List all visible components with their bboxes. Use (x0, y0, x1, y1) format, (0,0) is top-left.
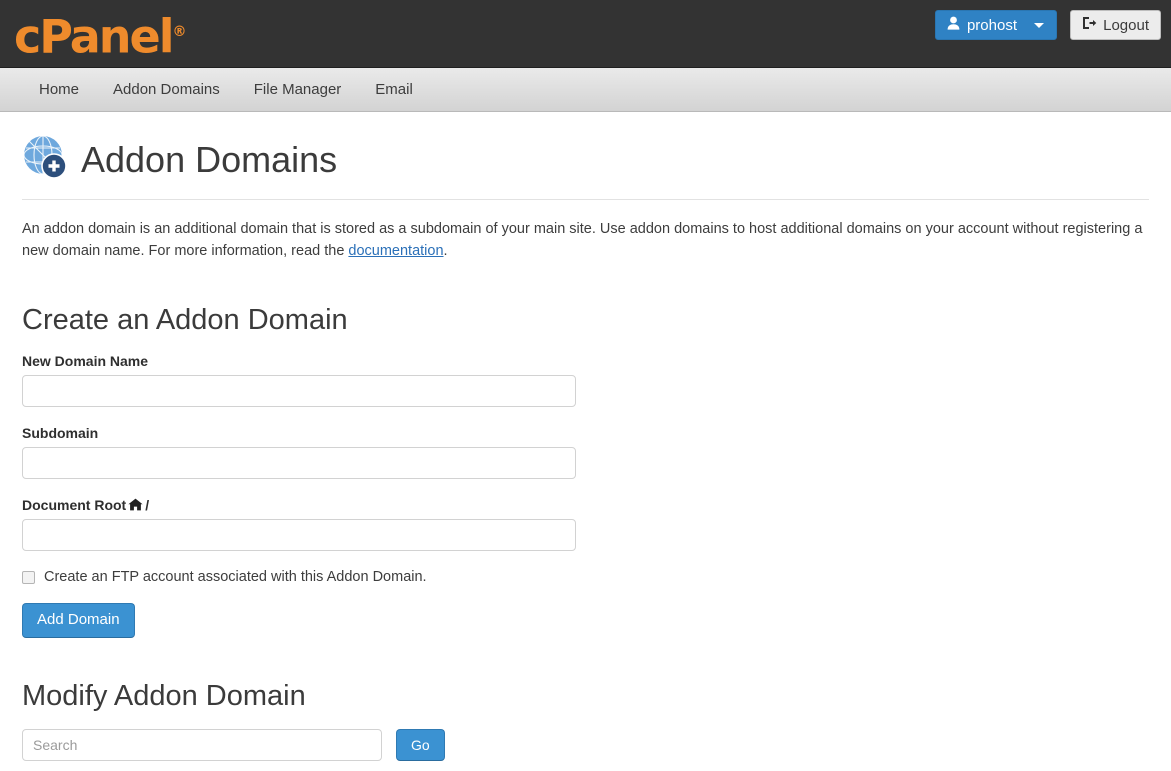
search-input[interactable] (22, 729, 382, 761)
create-section-heading: Create an Addon Domain (22, 304, 1149, 337)
user-menu-button[interactable]: prohost (935, 10, 1057, 40)
ftp-account-checkbox-label: Create an FTP account associated with th… (44, 569, 427, 585)
main-navigation: Home Addon Domains File Manager Email (0, 68, 1171, 112)
globe-plus-icon (22, 134, 68, 185)
logout-button[interactable]: Logout (1070, 10, 1161, 40)
subdomain-input[interactable] (22, 447, 576, 479)
add-domain-button[interactable]: Add Domain (22, 603, 135, 638)
home-icon (128, 498, 143, 513)
nav-item-addon-domains[interactable]: Addon Domains (96, 68, 237, 112)
sign-out-icon (1082, 16, 1097, 34)
search-row: Go (22, 729, 1149, 761)
search-go-button[interactable]: Go (396, 729, 445, 761)
chevron-down-icon (1034, 23, 1044, 28)
logout-label: Logout (1103, 17, 1149, 34)
page-title: Addon Domains (81, 138, 337, 182)
document-root-label-text: Document Root (22, 497, 126, 513)
document-root-label: Document Root / (22, 497, 1149, 513)
page-header: Addon Domains (22, 112, 1149, 200)
user-icon (947, 16, 960, 34)
documentation-link[interactable]: documentation (348, 243, 443, 259)
document-root-suffix: / (145, 497, 149, 513)
ftp-account-checkbox[interactable] (22, 571, 35, 584)
page-content: Addon Domains An addon domain is an addi… (0, 112, 1171, 771)
modify-section-heading: Modify Addon Domain (22, 680, 1149, 713)
intro-text-part2: . (444, 243, 448, 259)
nav-item-file-manager[interactable]: File Manager (237, 68, 359, 112)
subdomain-label: Subdomain (22, 425, 1149, 441)
intro-paragraph: An addon domain is an additional domain … (22, 218, 1149, 262)
nav-item-email[interactable]: Email (358, 68, 430, 112)
trademark-mark: ® (173, 24, 187, 40)
new-domain-name-label: New Domain Name (22, 353, 1149, 369)
cpanel-logo-text: cPanel (14, 9, 173, 63)
user-menu-label: prohost (967, 17, 1017, 34)
cpanel-logo: cPanel® (14, 4, 187, 64)
document-root-input[interactable] (22, 519, 576, 551)
new-domain-name-input[interactable] (22, 375, 576, 407)
ftp-account-checkbox-row: Create an FTP account associated with th… (22, 569, 1149, 585)
intro-text-part1: An addon domain is an additional domain … (22, 221, 1142, 259)
nav-item-home[interactable]: Home (22, 68, 96, 112)
top-header: cPanel® prohost Logout (0, 0, 1171, 68)
